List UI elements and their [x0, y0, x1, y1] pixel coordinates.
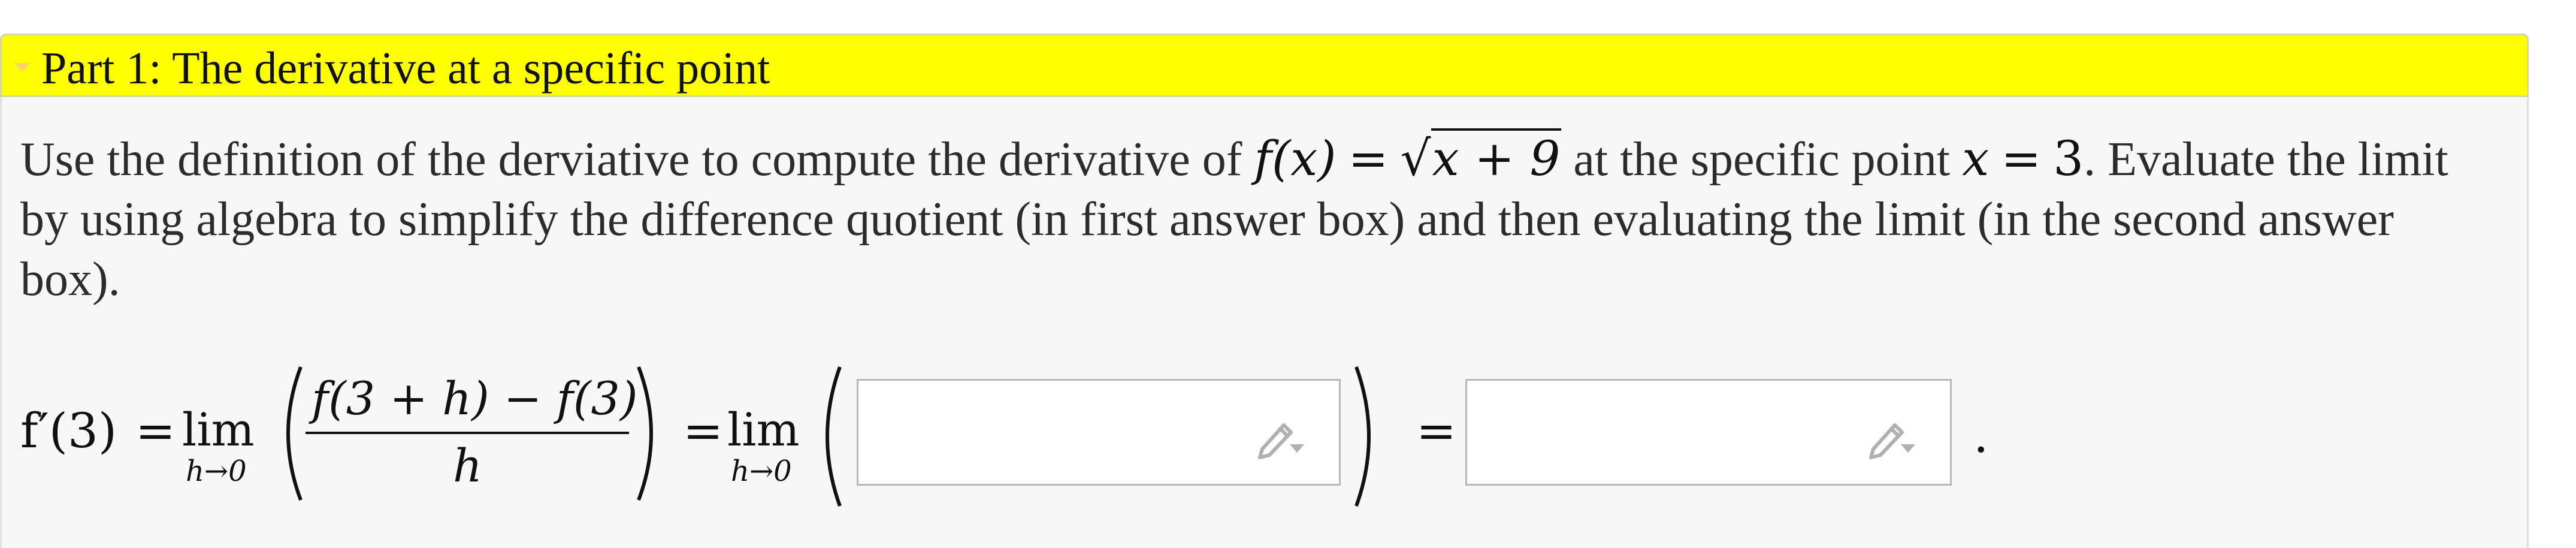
radicand: x + 9: [1431, 128, 1562, 186]
right-paren-icon: [637, 366, 653, 501]
equals-sign: =: [135, 403, 176, 459]
square-root: √x + 9: [1401, 128, 1562, 189]
limit-operator: lim: [727, 403, 800, 456]
prompt-line-1: Use the definition of the derviative to …: [20, 128, 2489, 189]
left-paren-icon: [286, 366, 303, 501]
answer-box-limit-value[interactable]: [1465, 379, 1952, 486]
derivative-formula: f′(3) = lim h→0 f(3 + h) − f(3) h = lim …: [0, 360, 2529, 528]
question-stage: Part 1: The derivative at a specific poi…: [0, 0, 2576, 548]
limit-subscript: h→0: [186, 454, 247, 488]
left-paren-icon: [826, 366, 842, 507]
part-header[interactable]: Part 1: The derivative at a specific poi…: [0, 34, 2529, 97]
equals-sign: =: [1348, 131, 1389, 186]
function-name: f(x): [1254, 131, 1337, 186]
prompt-text: Use the definition of the derviative to …: [20, 133, 1242, 186]
point-value: 3: [2053, 131, 2084, 186]
formula-lhs: f′(3): [20, 403, 117, 459]
part-title: Part 1: The derivative at a specific poi…: [41, 43, 770, 94]
limit-operator: lim: [182, 403, 255, 456]
problem-statement: Use the definition of the derviative to …: [20, 128, 2489, 309]
answer-box-difference-quotient[interactable]: [857, 379, 1341, 486]
equals-sign: =: [683, 403, 724, 459]
collapse-caret-icon[interactable]: [14, 63, 31, 71]
fraction-denominator: h: [453, 439, 482, 492]
pencil-edit-icon[interactable]: [1255, 412, 1309, 460]
prompt-text: . Evaluate the limit: [2084, 133, 2448, 186]
pencil-edit-icon[interactable]: [1866, 412, 1920, 460]
equals-sign: =: [1416, 403, 1457, 459]
prompt-text: at the specific point: [1573, 133, 1951, 186]
fraction-numerator: f(3 + h) − f(3): [312, 372, 638, 425]
prompt-line-3: box).: [20, 253, 120, 306]
point-variable: x: [1962, 131, 1990, 186]
formula-period: .: [1973, 408, 1989, 463]
limit-subscript: h→0: [731, 454, 792, 488]
right-paren-icon: [1354, 366, 1371, 507]
fraction-bar: [306, 432, 629, 434]
prompt-line-2: by using algebra to simplify the differe…: [20, 193, 2394, 246]
